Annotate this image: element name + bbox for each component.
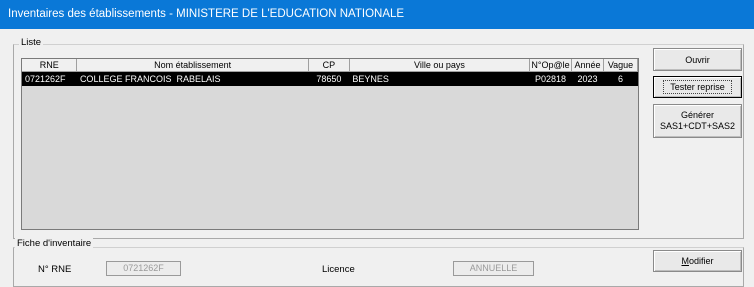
ouvrir-label: Ouvrir [685,54,710,65]
ouvrir-button[interactable]: Ouvrir [653,48,742,71]
column-header-nom[interactable]: Nom établissement [76,59,309,72]
column-header-annee[interactable]: Année [571,59,604,72]
modifier-button[interactable]: Modifier [653,250,742,272]
etablissements-list[interactable]: RNE Nom établissement CP Ville ou pays N… [21,58,639,230]
tester-reprise-button[interactable]: Tester reprise [653,76,742,98]
cell-nom: COLLEGE FRANCOIS RABELAIS [76,71,309,86]
generer-label-line1: Générer [680,110,715,120]
column-header-ville[interactable]: Ville ou pays [349,59,531,72]
rne-label: N° RNE [38,264,72,275]
window-title-bar: Inventaires des établissements - MINISTE… [0,0,754,29]
modifier-accel: M [681,256,689,266]
cell-rne: 0721262F [22,71,77,86]
cell-ville: BEYNES [349,71,530,86]
generer-label-line2: SAS1+CDT+SAS2 [659,121,736,131]
tester-reprise-label: Tester reprise [663,80,732,94]
cell-opale: P02818 [529,71,572,86]
licence-field[interactable]: ANNUELLE [453,261,534,276]
modifier-label-rest: odifier [688,256,714,266]
liste-legend: Liste [19,37,44,49]
column-header-cp[interactable]: CP [308,59,350,72]
generer-button[interactable]: Générer SAS1+CDT+SAS2 [653,104,742,138]
licence-label: Licence [322,264,355,275]
column-header-opale[interactable]: N°Op@le [529,59,573,72]
table-row[interactable]: 0721262F COLLEGE FRANCOIS RABELAIS 78650… [22,71,638,86]
column-header-vague[interactable]: Vague [603,59,638,72]
table-header-row: RNE Nom établissement CP Ville ou pays N… [22,59,638,72]
cell-annee: 2023 [571,71,604,86]
fiche-legend: Fiche d'inventaire [15,238,94,250]
modifier-label: Modifier [681,256,713,266]
cell-vague: 6 [603,71,638,86]
window-title: Inventaires des établissements - MINISTE… [8,8,405,20]
column-header-rne[interactable]: RNE [22,59,78,72]
rne-field[interactable]: 0721262F [106,261,181,276]
cell-cp: 78650 [308,71,350,86]
etablissements-table: RNE Nom établissement CP Ville ou pays N… [22,59,638,86]
